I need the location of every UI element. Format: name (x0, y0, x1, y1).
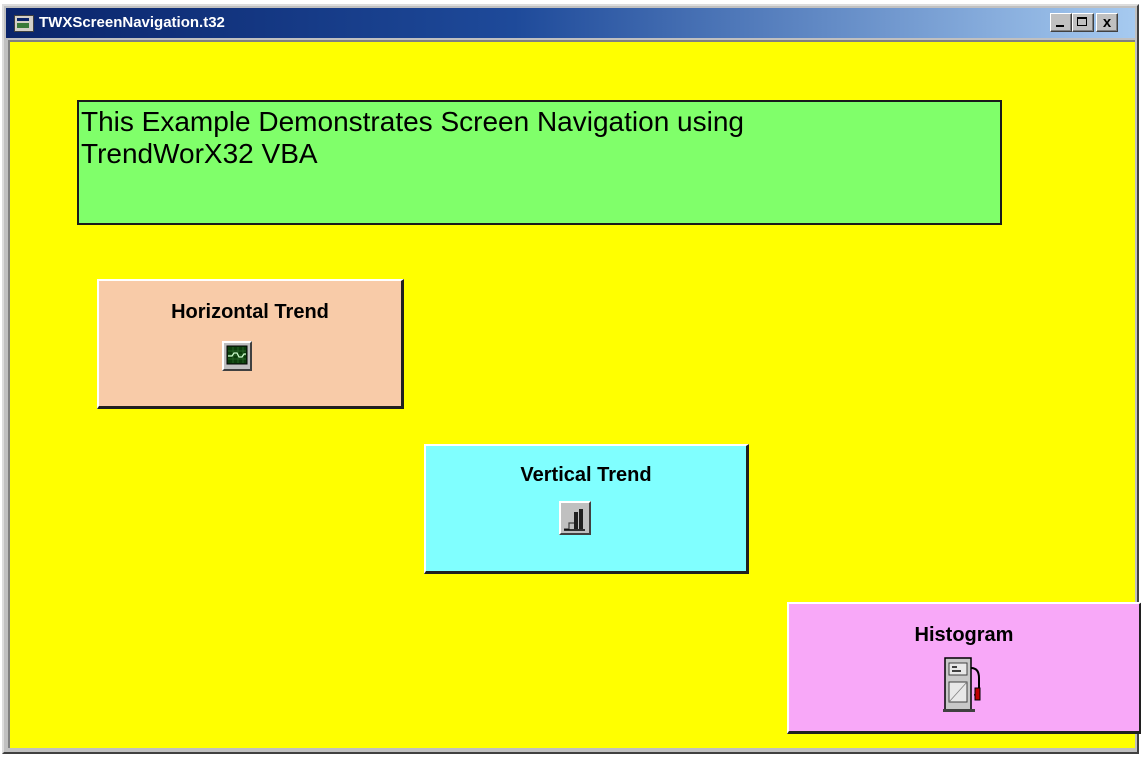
description-text: This Example Demonstrates Screen Navigat… (81, 106, 744, 169)
description-panel: This Example Demonstrates Screen Navigat… (77, 100, 1002, 225)
fuel-pump-icon (939, 654, 987, 714)
horizontal-trend-label: Horizontal Trend (171, 301, 329, 323)
window-title: TWXScreenNavigation.t32 (39, 14, 225, 31)
screen-canvas: This Example Demonstrates Screen Navigat… (8, 40, 1141, 748)
histogram-label: Histogram (914, 624, 1014, 646)
close-icon: x (1102, 14, 1112, 31)
app-window: TWXScreenNavigation.t32 x This Example D… (2, 4, 1141, 754)
vertical-trend-label: Vertical Trend (520, 464, 652, 486)
vertical-trend-button[interactable]: Vertical Trend (424, 444, 749, 574)
histogram-button[interactable]: Histogram (787, 602, 1141, 734)
maximize-button[interactable] (1072, 13, 1094, 32)
horizontal-trend-button[interactable]: Horizontal Trend (97, 279, 404, 409)
trend-monitor-icon (222, 341, 252, 371)
app-icon[interactable] (14, 15, 34, 32)
title-bar[interactable]: TWXScreenNavigation.t32 x (6, 8, 1135, 38)
minimize-button[interactable] (1050, 13, 1072, 32)
vertical-trend-icon (559, 501, 591, 535)
close-button[interactable]: x (1096, 13, 1118, 32)
